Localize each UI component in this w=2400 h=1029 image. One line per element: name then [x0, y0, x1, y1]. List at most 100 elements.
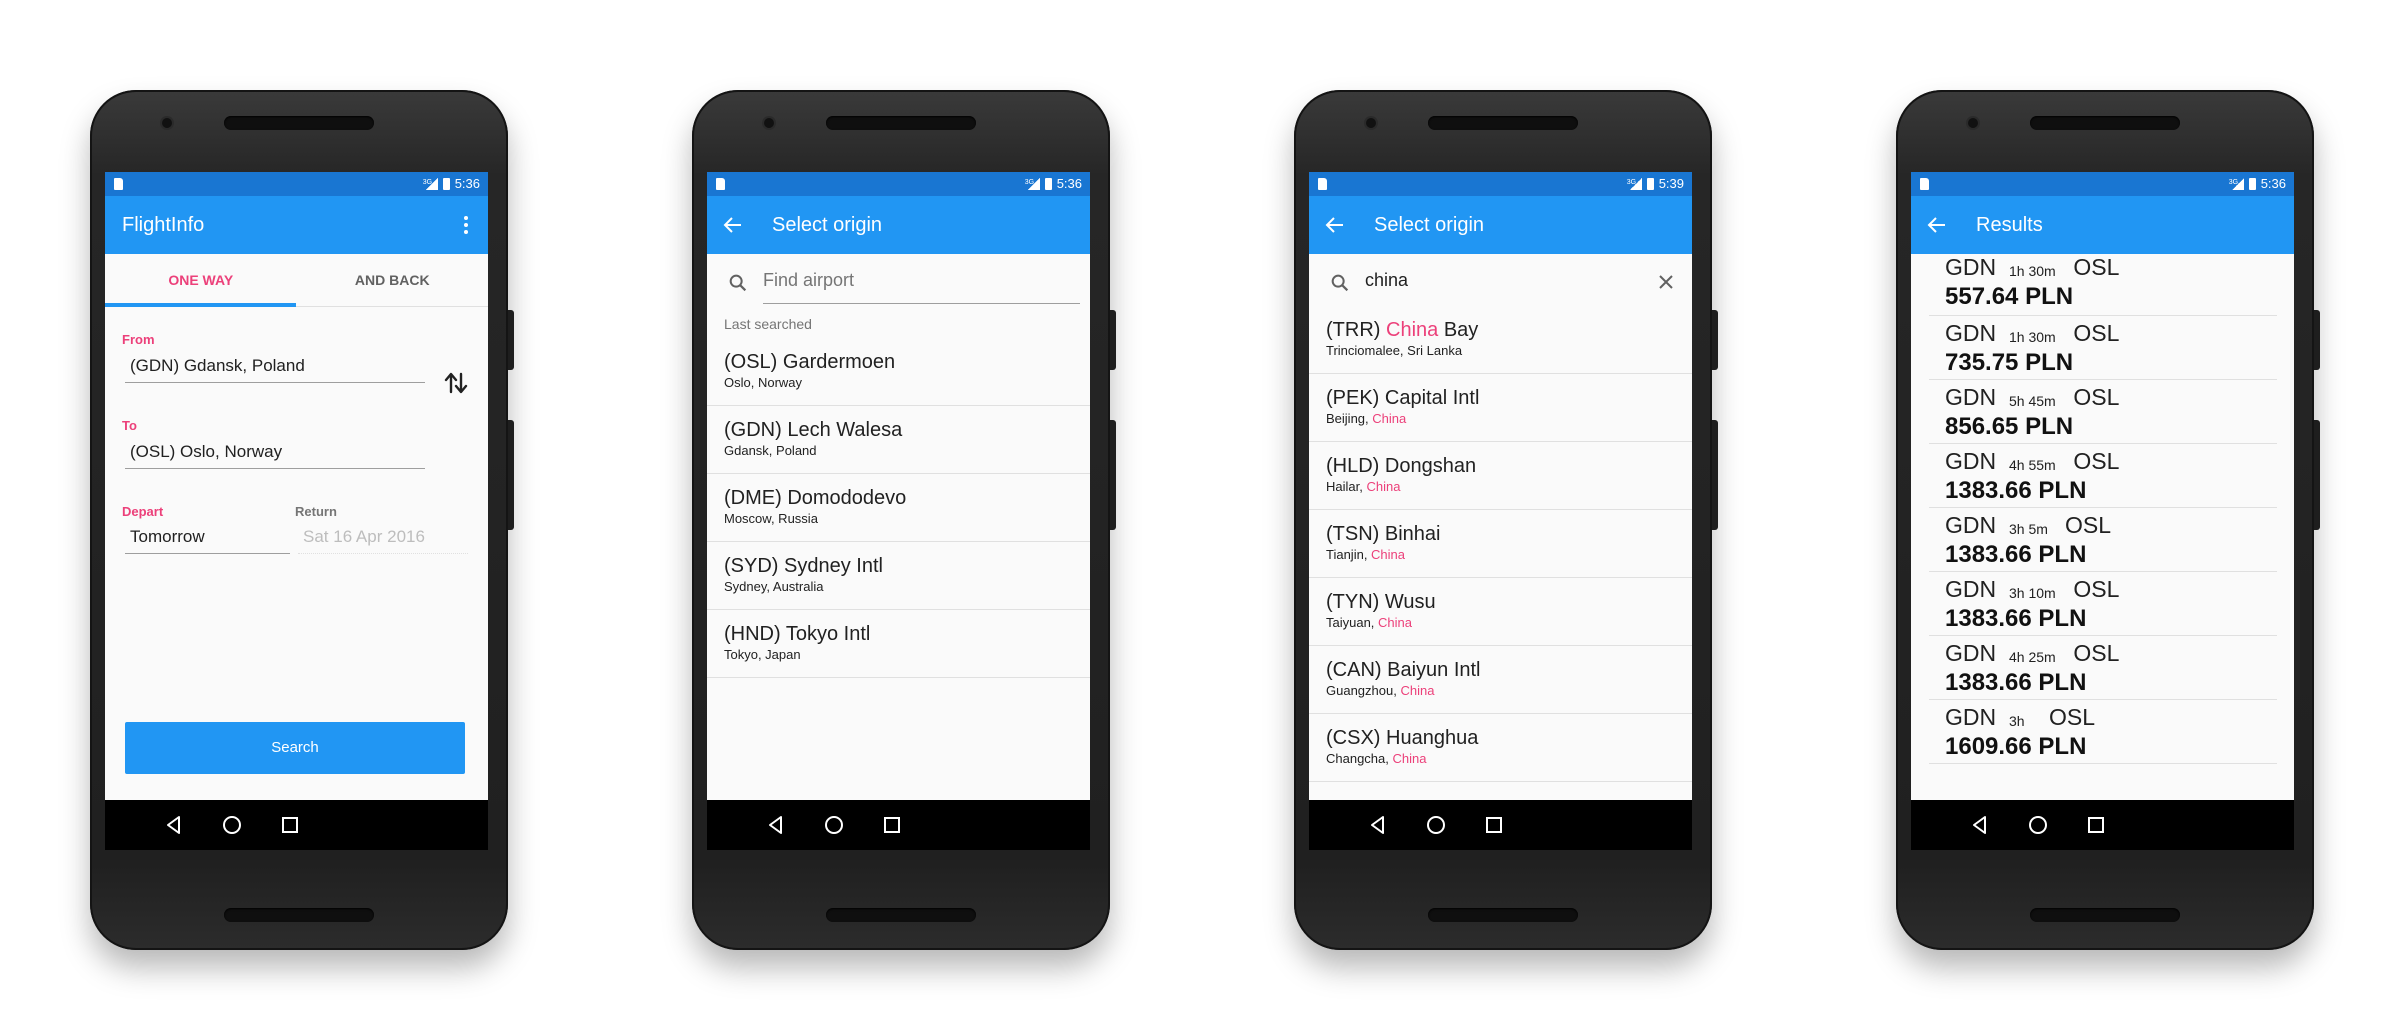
nav-recents-icon[interactable] — [278, 813, 302, 837]
nav-back-icon[interactable] — [1366, 813, 1390, 837]
nav-recents-icon[interactable] — [1482, 813, 1506, 837]
list-item[interactable]: (HLD) Dongshan Hailar, China — [1309, 442, 1692, 510]
airport-code: (PEK) — [1326, 387, 1380, 409]
bottom-speaker — [826, 908, 976, 922]
destination-code: OSL — [2073, 576, 2120, 602]
origin-code: GDN — [1945, 512, 1997, 538]
origin-code: GDN — [1945, 704, 1997, 730]
nav-home-icon[interactable] — [220, 813, 244, 837]
tab-one-way[interactable]: ONE WAY — [105, 254, 297, 306]
result-row[interactable]: GDN 3h 10m OSL 1383.66 PLN — [1929, 572, 2277, 636]
result-row[interactable]: GDN 1h 30m OSL 557.64 PLN — [1929, 254, 2277, 316]
status-time: 5:36 — [454, 176, 480, 191]
search-input[interactable] — [1365, 268, 1635, 292]
airport-location: Guangzhou, China — [1326, 682, 1692, 700]
flight-duration: 3h 5m — [2009, 521, 2048, 537]
nav-home-icon[interactable] — [2026, 813, 2050, 837]
result-row[interactable]: GDN 3h 5m OSL 1383.66 PLN — [1929, 508, 2277, 572]
list-item[interactable]: (TRR) China Bay Trinciomalee, Sri Lanka — [1309, 306, 1692, 374]
destination-code: OSL — [2073, 448, 2120, 474]
signal-icon: 3G — [1627, 178, 1642, 190]
front-camera — [1366, 118, 1376, 128]
search-input[interactable] — [763, 268, 1069, 292]
app-bar: FlightInfo — [105, 196, 488, 254]
origin-code: GDN — [1945, 384, 1997, 410]
nav-recents-icon[interactable] — [880, 813, 904, 837]
airport-name-text: Bay — [1438, 319, 1479, 341]
origin-code: GDN — [1945, 448, 1997, 474]
flight-duration: 1h 30m — [2009, 329, 2056, 345]
result-row[interactable]: GDN 4h 55m OSL 1383.66 PLN — [1929, 444, 2277, 508]
airport-name: (SYD) Sydney Intl — [724, 555, 883, 577]
search-button[interactable]: Search — [125, 722, 465, 774]
list-item[interactable]: (GDN) Lech Walesa Gdansk, Poland — [707, 406, 1090, 474]
trip-type-tabs: ONE WAY AND BACK — [105, 254, 488, 307]
list-item[interactable]: (CSX) Huanghua Changcha, China — [1309, 714, 1692, 782]
screen-select-origin-search: 3G 5:39 Select origin (TRR) China BayTri… — [1309, 172, 1692, 850]
phone-frame-4: 3G 5:36 Results GDN 1h 30m OSL 557.64 PLN GD… — [1896, 90, 2320, 950]
list-item[interactable]: (DME) Domododevo Moscow, Russia — [707, 474, 1090, 542]
list-item[interactable]: (PEK) Capital Intl Beijing, China — [1309, 374, 1692, 442]
match-highlight: China — [1400, 683, 1435, 698]
to-field[interactable]: (OSL) Oslo, Norway — [125, 442, 425, 469]
list-item[interactable]: (TSN) Binhai Tianjin, China — [1309, 510, 1692, 578]
sd-card-icon — [1318, 178, 1327, 190]
airport-name: (DME) Domododevo — [724, 487, 907, 509]
list-item[interactable]: (TYN) Wusu Taiyuan, China — [1309, 578, 1692, 646]
swap-icon[interactable] — [441, 368, 471, 398]
destination-code: OSL — [2049, 704, 2096, 730]
airport-name: (TRR) China Bay — [1326, 306, 1692, 342]
nav-back-icon[interactable] — [162, 813, 186, 837]
phone-frame-2: 3G 5:36 Select origin Last searched (OSL… — [692, 90, 1116, 950]
list-item[interactable]: (CAN) Baiyun Intl Guangzhou, China — [1309, 646, 1692, 714]
list-item[interactable]: (OSL) Gardermoen Oslo, Norway — [707, 338, 1090, 406]
overflow-menu-icon[interactable] — [454, 213, 478, 237]
nav-back-icon[interactable] — [1968, 813, 1992, 837]
airport-name-text: Wusu — [1384, 591, 1436, 613]
airport-name-text: Capital Intl — [1384, 387, 1480, 409]
result-row[interactable]: GDN 5h 45m OSL 856.65 PLN — [1929, 380, 2277, 444]
battery-icon — [1044, 178, 1052, 190]
location-text: Changcha, — [1326, 751, 1393, 766]
destination-code: OSL — [2073, 320, 2120, 346]
search-results-list: (TRR) China Bay Trinciomalee, Sri Lanka (P… — [1309, 306, 1692, 782]
flight-price: 1383.66 PLN — [1945, 605, 2087, 632]
nav-home-icon[interactable] — [1424, 813, 1448, 837]
nav-back-icon[interactable] — [764, 813, 788, 837]
flight-price: 1609.66 PLN — [1945, 733, 2087, 760]
signal-icon: 3G — [1025, 178, 1040, 190]
result-row[interactable]: GDN 1h 30m OSL 735.75 PLN — [1929, 316, 2277, 380]
screen-results: 3G 5:36 Results GDN 1h 30m OSL 557.64 PLN GD… — [1911, 172, 2294, 850]
return-field: Sat 16 Apr 2016 — [298, 527, 468, 554]
back-arrow-icon[interactable] — [1323, 213, 1347, 237]
flight-duration: 3h 10m — [2009, 585, 2056, 601]
tab-and-back[interactable]: AND BACK — [297, 254, 489, 306]
location-text: Guangzhou, — [1326, 683, 1401, 698]
airport-name: (CSX) Huanghua — [1326, 714, 1692, 750]
airport-name: (HND) Tokyo Intl — [724, 623, 871, 645]
from-field[interactable]: (GDN) Gdansk, Poland — [125, 356, 425, 383]
flight-results-list: GDN 1h 30m OSL 557.64 PLN GDN 1h 30m OSL 735.75… — [1911, 254, 2294, 764]
earpiece-speaker — [826, 116, 976, 130]
nav-home-icon[interactable] — [822, 813, 846, 837]
power-button — [508, 310, 514, 370]
result-row[interactable]: GDN 3h OSL 1609.66 PLN — [1929, 700, 2277, 764]
nav-recents-icon[interactable] — [2084, 813, 2108, 837]
depart-field[interactable]: Tomorrow — [125, 527, 290, 554]
network-type-label: 3G — [1626, 179, 1637, 186]
list-item[interactable]: (HND) Tokyo Intl Tokyo, Japan — [707, 610, 1090, 678]
search-underline — [763, 303, 1080, 304]
flight-duration: 4h 55m — [2009, 457, 2056, 473]
clear-icon[interactable] — [1656, 272, 1676, 292]
result-row[interactable]: GDN 4h 25m OSL 1383.66 PLN — [1929, 636, 2277, 700]
power-button — [1712, 310, 1718, 370]
airport-name: (TYN) Wusu — [1326, 578, 1692, 614]
flight-price: 1383.66 PLN — [1945, 669, 2087, 696]
airport-location: Beijing, China — [1326, 410, 1692, 428]
back-arrow-icon[interactable] — [1925, 213, 1949, 237]
list-item[interactable]: (SYD) Sydney Intl Sydney, Australia — [707, 542, 1090, 610]
network-type-label: 3G — [422, 179, 433, 186]
return-label: Return — [295, 504, 337, 519]
back-arrow-icon[interactable] — [721, 213, 745, 237]
airport-location: Hailar, China — [1326, 478, 1692, 496]
